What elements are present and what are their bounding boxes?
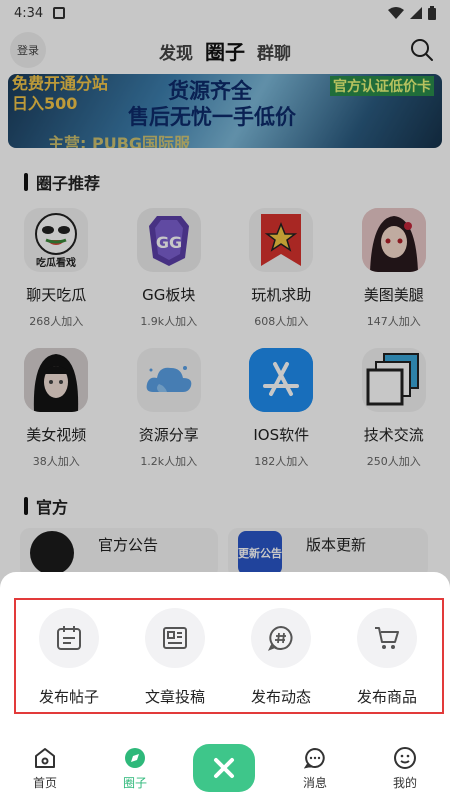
calendar-icon — [39, 608, 99, 668]
compass-icon — [125, 748, 145, 768]
nav-item-messages[interactable]: 消息 — [270, 740, 360, 800]
publish-post-button[interactable]: 发布帖子 — [16, 600, 122, 712]
nav-item-me[interactable]: 我的 — [360, 740, 450, 800]
action-label: 文章投稿 — [144, 688, 205, 706]
smile-icon — [394, 747, 416, 769]
submit-article-button[interactable]: 文章投稿 — [122, 600, 228, 712]
nav-item-home[interactable]: 首页 — [0, 740, 90, 800]
publish-moment-button[interactable]: 发布动态 — [228, 600, 334, 712]
close-icon — [214, 758, 234, 778]
home-icon — [35, 748, 55, 768]
hashtag-chat-icon — [251, 608, 311, 668]
action-label: 发布帖子 — [38, 688, 99, 706]
action-label: 发布商品 — [356, 688, 417, 706]
nav-label: 首页 — [32, 776, 57, 790]
publish-product-button[interactable]: 发布商品 — [334, 600, 440, 712]
close-publish-button[interactable] — [193, 744, 255, 792]
publish-actions: 发布帖子 文章投稿 发布动态 发布商品 — [14, 598, 444, 714]
nav-label: 圈子 — [122, 776, 147, 790]
chat-icon — [303, 747, 325, 769]
action-label: 发布动态 — [250, 688, 311, 706]
nav-item-circles[interactable]: 圈子 — [90, 740, 180, 800]
nav-label: 消息 — [302, 776, 327, 790]
nav-label: 我的 — [392, 776, 417, 790]
article-icon — [145, 608, 205, 668]
cart-icon — [357, 608, 417, 668]
